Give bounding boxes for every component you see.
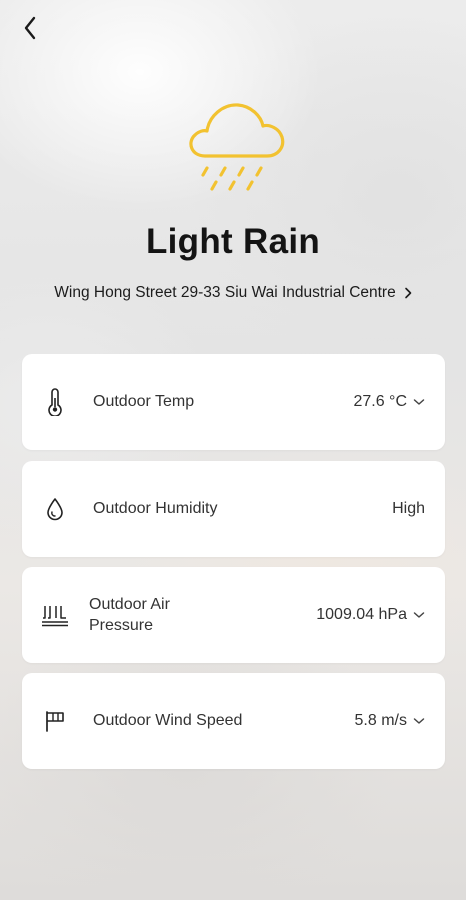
chevron-down-icon	[413, 611, 425, 619]
metric-label: Outdoor Wind Speed	[93, 712, 243, 729]
metric-label: Outdoor Humidity	[93, 500, 218, 517]
thermometer-icon	[42, 388, 68, 416]
metric-card-outdoor-temp[interactable]: Outdoor Temp 27.6 °C	[22, 354, 445, 450]
chevron-down-icon	[413, 717, 425, 725]
wind-flag-icon	[42, 707, 68, 735]
metric-card-outdoor-air-pressure[interactable]: Outdoor Air Pressure 1009.04 hPa	[22, 567, 445, 663]
chevron-right-icon	[404, 287, 412, 299]
metric-value: 1009.04 hPa	[316, 606, 407, 623]
air-pressure-icon	[40, 601, 70, 629]
location-address: Wing Hong Street 29-33 Siu Wai Industria…	[54, 284, 396, 301]
weather-condition-title: Light Rain	[145, 222, 321, 261]
chevron-down-icon	[413, 398, 425, 406]
metric-value: 27.6 °C	[353, 393, 407, 410]
location-link[interactable]: Wing Hong Street 29-33 Siu Wai Industria…	[0, 284, 466, 302]
light-rain-cloud-icon	[189, 103, 285, 191]
metric-label: Outdoor Temp	[93, 393, 195, 410]
water-drop-icon	[42, 495, 68, 523]
metric-value: 5.8 m/s	[354, 712, 407, 729]
metric-card-outdoor-wind-speed[interactable]: Outdoor Wind Speed 5.8 m/s	[22, 673, 445, 769]
metric-label: Outdoor Air Pressure	[89, 596, 170, 634]
metric-value-dropdown[interactable]: 1009.04 hPa	[316, 567, 425, 663]
back-button[interactable]	[14, 12, 46, 44]
metric-value: High	[392, 500, 425, 517]
metric-card-outdoor-humidity[interactable]: Outdoor Humidity High	[22, 461, 445, 557]
metric-value-dropdown[interactable]: 27.6 °C	[353, 354, 425, 450]
metric-value-dropdown[interactable]: 5.8 m/s	[355, 673, 425, 769]
chevron-left-icon	[24, 16, 36, 40]
metric-value-display: High	[392, 461, 425, 557]
